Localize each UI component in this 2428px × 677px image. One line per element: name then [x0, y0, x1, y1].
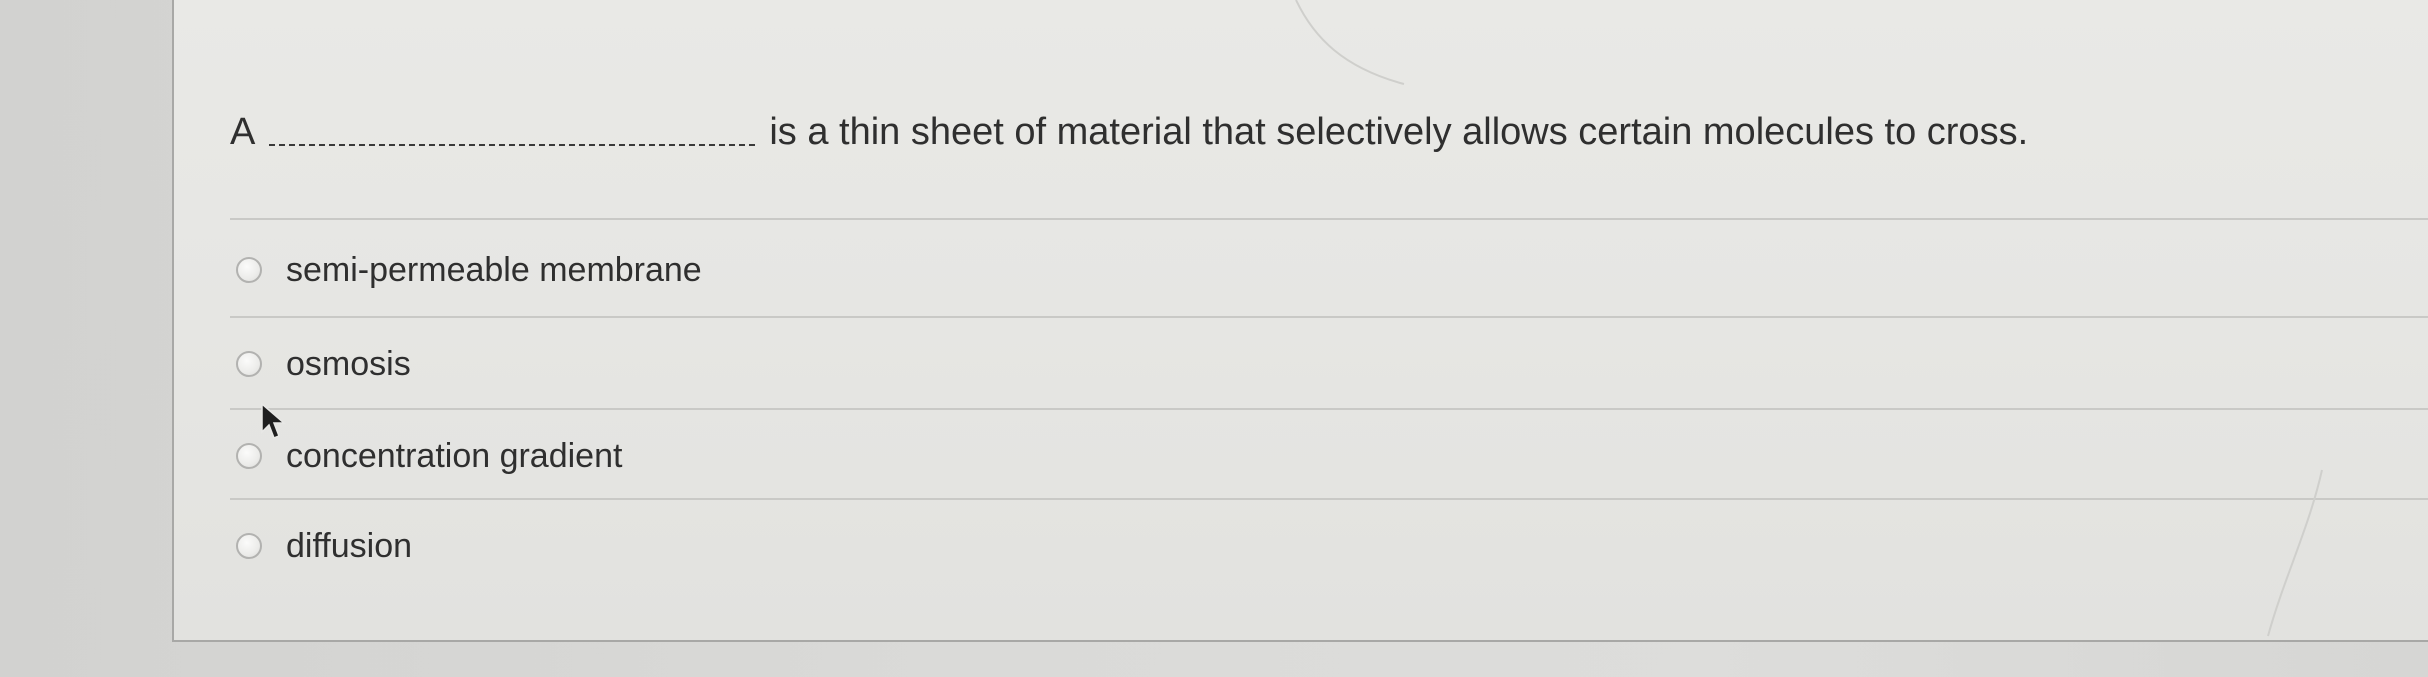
mouse-pointer-icon	[261, 402, 287, 439]
screen-scratch-mark	[1295, 0, 1405, 85]
radio-circle-icon[interactable]	[236, 533, 262, 559]
radio-circle-icon[interactable]	[236, 351, 262, 377]
option-divider	[230, 408, 2428, 410]
question-card: A is a thin sheet of material that selec…	[172, 0, 2428, 642]
option-concentration-gradient[interactable]: concentration gradient	[236, 432, 622, 480]
prompt-text-after-blank: is a thin sheet of material that selecti…	[769, 111, 2029, 153]
option-label: concentration gradient	[286, 436, 623, 475]
option-semi-permeable-membrane[interactable]: semi-permeable membrane	[236, 246, 702, 294]
option-label: semi-permeable membrane	[286, 250, 702, 289]
question-prompt: A is a thin sheet of material that selec…	[230, 94, 2028, 154]
option-label: osmosis	[286, 344, 411, 383]
prompt-text-before-blank: A	[230, 111, 256, 153]
option-divider	[230, 498, 2428, 500]
answer-blank	[269, 144, 756, 146]
option-divider	[230, 218, 2428, 220]
option-divider	[230, 316, 2428, 318]
radio-circle-icon[interactable]	[236, 443, 262, 469]
option-label: diffusion	[286, 526, 413, 565]
option-osmosis[interactable]: osmosis	[236, 340, 411, 388]
option-diffusion[interactable]: diffusion	[236, 522, 412, 570]
radio-circle-icon[interactable]	[236, 257, 262, 283]
screen-scratch-mark	[2267, 469, 2323, 637]
